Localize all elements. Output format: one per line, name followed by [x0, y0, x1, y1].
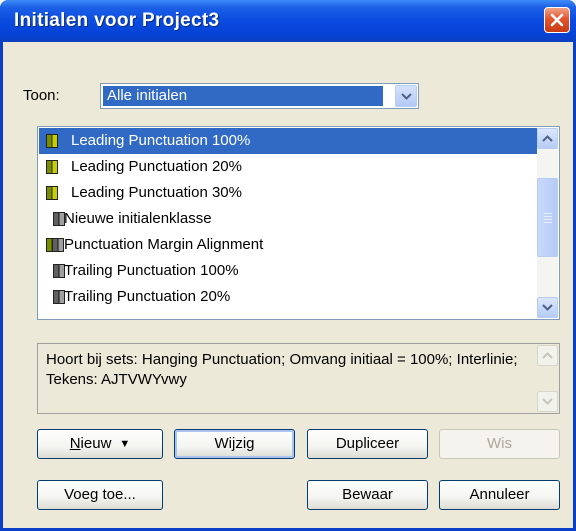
- list-scrollbar[interactable]: [537, 128, 558, 318]
- chevron-up-icon: [542, 352, 553, 359]
- info-scroll-up-button: [537, 345, 558, 366]
- scroll-thumb[interactable]: [537, 178, 558, 257]
- chevron-down-icon: [401, 93, 412, 100]
- info-panel: Hoort bij sets: Hanging Punctuation; Omv…: [37, 343, 560, 414]
- delete-button[interactable]: Wis: [439, 429, 560, 459]
- list-item-label: Trailing Punctuation 100%: [64, 262, 239, 279]
- info-scroll-down-button: [537, 391, 558, 412]
- window-title: Initialen voor Project3: [14, 10, 220, 31]
- new-button-mnemonic: N: [69, 435, 81, 452]
- list-item[interactable]: Nieuwe initialenklasse: [39, 206, 537, 232]
- edit-button[interactable]: Wijzig: [174, 429, 295, 459]
- duplicate-button[interactable]: Dupliceer: [307, 429, 428, 459]
- list-item-label: Nieuwe initialenklasse: [64, 210, 212, 227]
- filter-selected-value: Alle initialen: [103, 86, 383, 106]
- cancel-button[interactable]: Annuleer: [439, 480, 560, 510]
- list-item[interactable]: Trailing Punctuation 100%: [39, 258, 537, 284]
- list-item-label: Leading Punctuation 20%: [71, 158, 242, 175]
- info-scrollbar: [537, 345, 558, 412]
- chevron-down-icon: [542, 304, 553, 311]
- class-listbox[interactable]: Leading Punctuation 100% Leading Punctuat…: [37, 126, 560, 320]
- list-item-label: Leading Punctuation 30%: [71, 184, 242, 201]
- save-button[interactable]: Bewaar: [307, 480, 428, 510]
- close-icon: [550, 13, 564, 27]
- chevron-down-icon: [542, 398, 553, 405]
- new-button[interactable]: Nieuw ▼: [37, 429, 163, 459]
- title-bar[interactable]: Initialen voor Project3: [0, 0, 576, 42]
- add-button[interactable]: Voeg toe...: [37, 480, 163, 510]
- class-list: Leading Punctuation 100% Leading Punctuat…: [39, 128, 537, 310]
- gray-class-icon: [52, 238, 64, 252]
- yellow-class-icon: [46, 186, 58, 200]
- scroll-up-button[interactable]: [537, 128, 558, 149]
- list-item-label: Trailing Punctuation 20%: [64, 288, 231, 305]
- chevron-up-icon: [542, 135, 553, 142]
- list-item-label: Leading Punctuation 100%: [71, 132, 251, 149]
- dropdown-button[interactable]: [395, 85, 417, 107]
- yellow-class-icon: [46, 160, 58, 174]
- list-item[interactable]: Leading Punctuation 20%: [39, 154, 537, 180]
- list-item[interactable]: Trailing Punctuation 20%: [39, 284, 537, 310]
- list-item-label: Punctuation Margin Alignment: [64, 236, 264, 253]
- list-item[interactable]: Leading Punctuation 30%: [39, 180, 537, 206]
- new-button-label: ieuw: [80, 435, 112, 452]
- filter-label: Toon:: [23, 87, 60, 104]
- list-item[interactable]: Punctuation Margin Alignment: [39, 232, 537, 258]
- dialog-window: Initialen voor Project3 Toon: Alle initi…: [0, 0, 576, 531]
- caret-down-icon: ▼: [119, 438, 131, 451]
- info-text: Hoort bij sets: Hanging Punctuation; Omv…: [46, 351, 518, 388]
- list-item[interactable]: Leading Punctuation 100%: [39, 128, 537, 154]
- yellow-class-icon: [46, 134, 58, 148]
- filter-dropdown[interactable]: Alle initialen: [100, 83, 419, 109]
- scroll-down-button[interactable]: [537, 297, 558, 318]
- close-button[interactable]: [544, 7, 570, 33]
